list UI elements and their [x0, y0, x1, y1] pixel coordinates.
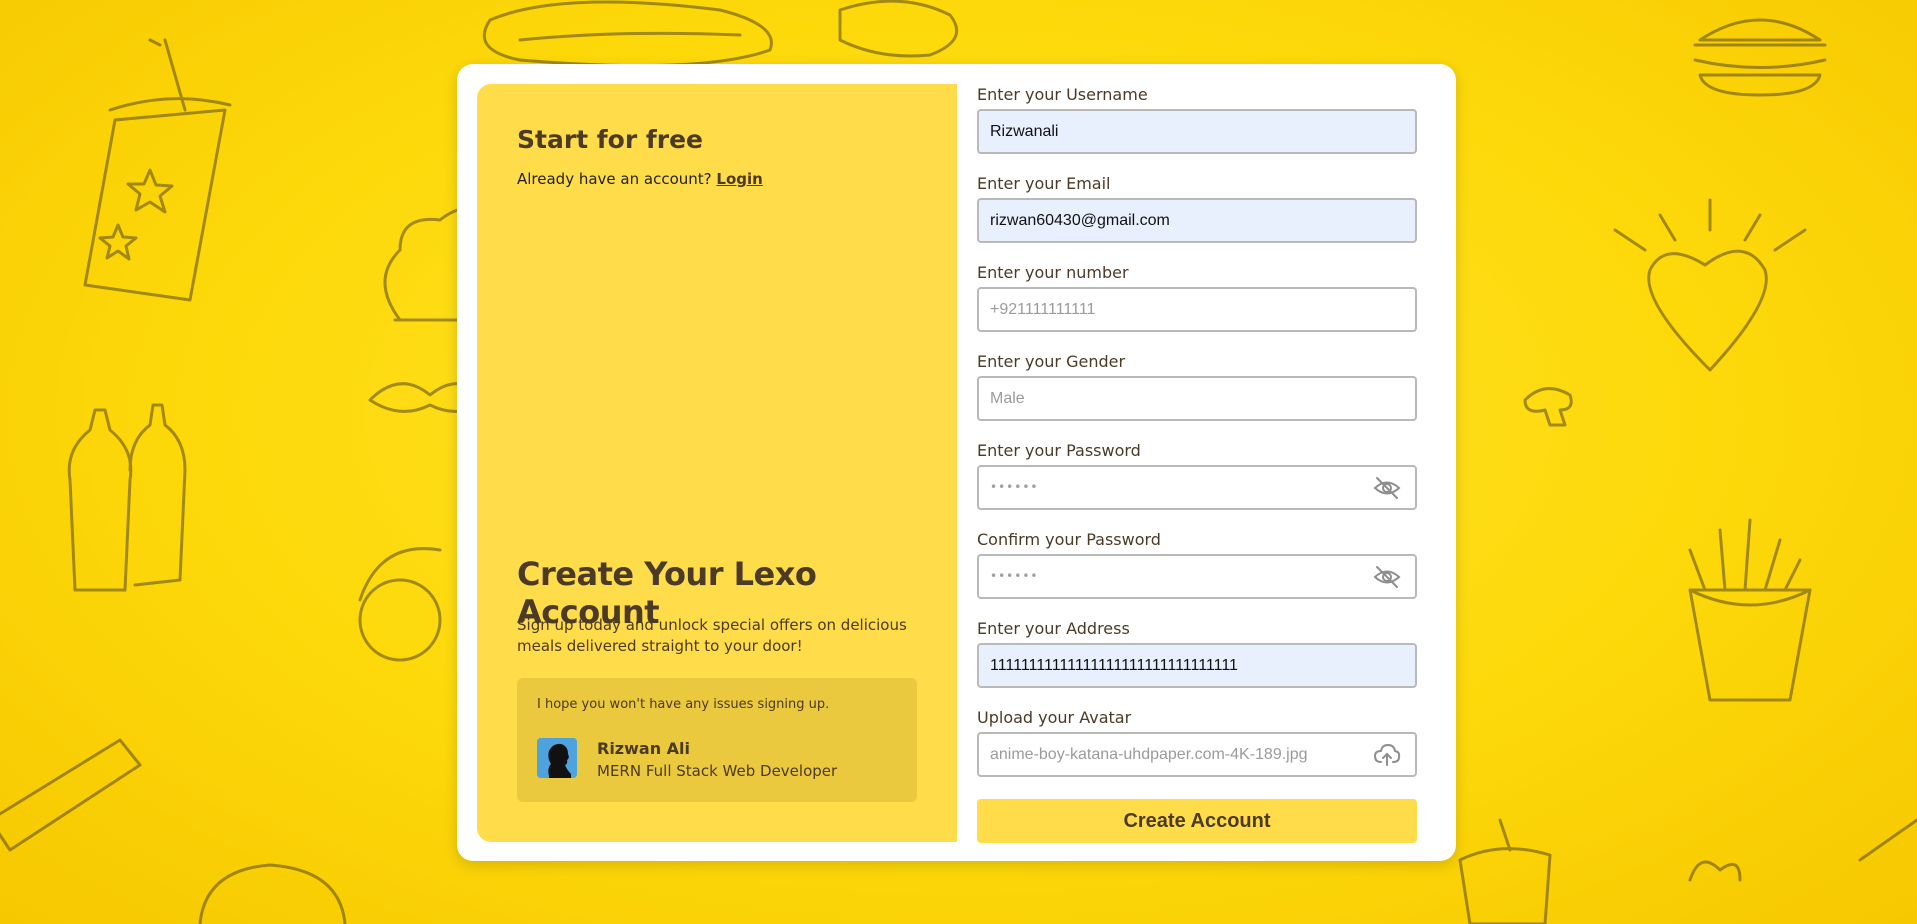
drink-bottom-doodle: [1458, 818, 1552, 924]
sausage-doodle: [838, 0, 959, 58]
username-label: Enter your Username: [977, 85, 1148, 104]
eye-slash-icon[interactable]: [1373, 475, 1401, 501]
create-account-description: Sign up today and unlock special offers …: [517, 616, 907, 655]
confirm-password-masked-value: ••••••: [990, 569, 1039, 583]
silhouette-icon: [537, 738, 577, 778]
author-avatar: [537, 738, 577, 778]
leaf-doodle: [1688, 860, 1742, 882]
login-prompt-text: Already have an account?: [517, 170, 712, 188]
number-label: Enter your number: [977, 263, 1129, 282]
password-field-group: Enter your Password ••••••: [977, 440, 1419, 510]
gender-field-group: Enter your Gender: [977, 351, 1419, 421]
email-label: Enter your Email: [977, 174, 1111, 193]
address-input[interactable]: [979, 645, 1415, 686]
avatar-label: Upload your Avatar: [977, 708, 1132, 727]
confirm-password-input[interactable]: ••••••: [977, 554, 1417, 599]
login-link[interactable]: Login: [716, 170, 762, 188]
gender-label: Enter your Gender: [977, 352, 1126, 371]
number-input[interactable]: [979, 289, 1415, 330]
drink-cup-doodle: [83, 38, 232, 302]
heart-doodle: [1613, 198, 1807, 372]
username-input-wrap: [977, 109, 1417, 154]
author-role: MERN Full Stack Web Developer: [597, 762, 838, 780]
avatar-file-input[interactable]: [979, 734, 1415, 775]
create-account-button[interactable]: Create Account: [977, 799, 1417, 843]
mushroom-doodle: [1523, 387, 1573, 427]
address-label: Enter your Address: [977, 619, 1130, 638]
testimonial-quote: I hope you won't have any issues signing…: [537, 697, 830, 712]
burger-doodle: [1693, 18, 1827, 97]
avatar-input-wrap: [977, 732, 1417, 777]
gender-input[interactable]: [979, 378, 1415, 419]
sugar-packet-doodle: [0, 738, 142, 852]
fries-doodle: [1688, 518, 1812, 702]
username-field-group: Enter your Username: [977, 84, 1419, 154]
password-label: Enter your Password: [977, 441, 1141, 460]
promo-panel: Start for free Already have an account? …: [477, 84, 957, 842]
confirm-password-label: Confirm your Password: [977, 530, 1161, 549]
author-name: Rizwan Ali: [597, 739, 691, 758]
burger-bottom-doodle: [198, 863, 347, 924]
address-field-group: Enter your Address: [977, 618, 1419, 688]
eye-slash-icon[interactable]: [1373, 564, 1401, 590]
password-masked-value: ••••••: [990, 480, 1039, 494]
email-input[interactable]: [979, 200, 1415, 241]
gender-input-wrap: [977, 376, 1417, 421]
password-input[interactable]: ••••••: [977, 465, 1417, 510]
confirm-password-field-group: Confirm your Password ••••••: [977, 529, 1419, 599]
email-field-group: Enter your Email: [977, 173, 1419, 243]
plate-doodle: [358, 547, 442, 662]
sauce-bottles-doodle: [67, 403, 187, 592]
username-input[interactable]: [979, 111, 1415, 152]
email-input-wrap: [977, 198, 1417, 243]
number-field-group: Enter your number: [977, 262, 1419, 332]
start-title: Start for free: [517, 125, 704, 154]
pencil-doodle: [1858, 818, 1917, 862]
number-input-wrap: [977, 287, 1417, 332]
testimonial-box: I hope you won't have any issues signing…: [517, 678, 917, 802]
address-input-wrap: [977, 643, 1417, 688]
cloud-upload-icon[interactable]: [1373, 742, 1401, 768]
hotdog-doodle: [482, 0, 773, 68]
signup-card: Start for free Already have an account? …: [457, 64, 1456, 861]
login-prompt: Already have an account? Login: [517, 170, 763, 188]
avatar-field-group: Upload your Avatar: [977, 707, 1419, 777]
